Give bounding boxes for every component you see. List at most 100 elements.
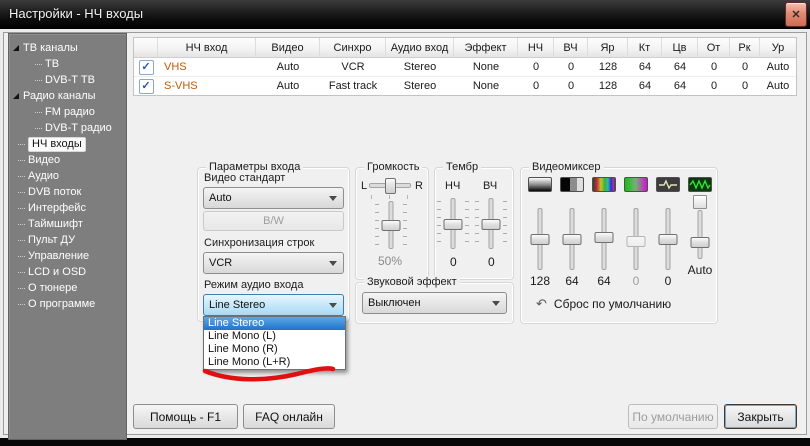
close-button[interactable]: ✕ — [785, 2, 807, 27]
sidebar-item-interface[interactable]: Интерфейс — [9, 200, 126, 216]
mixer-value: 128 — [530, 274, 550, 288]
check-icon: ✓ — [141, 81, 150, 92]
slider-thumb[interactable] — [382, 220, 401, 231]
bass-slider[interactable] — [444, 198, 462, 249]
default-button[interactable]: По умолчанию — [628, 404, 718, 429]
sidebar-item-tv-channels[interactable]: ТВ каналы — [9, 40, 126, 56]
column-header[interactable]: Цв — [662, 38, 698, 57]
reset-defaults-label: Сброс по умолчанию — [554, 297, 671, 311]
group-title: Звуковой эффект — [364, 276, 460, 288]
dropdown-option[interactable]: Line Mono (L) — [204, 330, 345, 343]
header-checkbox-col[interactable] — [134, 38, 158, 57]
sidebar-item-radio-channels[interactable]: Радио каналы — [9, 88, 126, 104]
sidebar-item-about-program[interactable]: О программе — [9, 296, 126, 312]
treble-value: 0 — [488, 255, 495, 269]
audio-mode-label: Режим аудио входа — [204, 279, 303, 291]
balance-slider[interactable] — [369, 178, 411, 192]
sidebar-item-audio[interactable]: Аудио — [9, 168, 126, 184]
sidebar-item-control[interactable]: Управление — [9, 248, 126, 264]
slider-thumb[interactable] — [563, 234, 582, 245]
sidebar-item-lf-inputs[interactable]: НЧ входы — [9, 136, 126, 152]
sidebar-item-label: ТВ — [45, 56, 59, 72]
cell: Auto — [760, 58, 796, 76]
column-header[interactable]: НЧ вход — [158, 38, 256, 57]
sidebar-item-fm-radio[interactable]: FM радио — [9, 104, 126, 120]
row-checkbox[interactable]: ✓ — [139, 60, 154, 75]
undo-arrow-icon: ↶ — [536, 296, 547, 312]
saturation-slider[interactable] — [627, 208, 645, 270]
faq-button[interactable]: FAQ онлайн — [243, 404, 335, 429]
sidebar-item-label: Пульт ДУ — [28, 232, 75, 248]
audio-mode-select[interactable]: Line Stereo — [203, 294, 344, 316]
video-standard-select[interactable]: Auto — [203, 187, 344, 209]
column-header[interactable]: Синхро — [320, 38, 386, 57]
inputs-table: НЧ вход Видео Синхро Аудио вход Эффект Н… — [133, 37, 797, 96]
slider-thumb[interactable] — [595, 232, 614, 243]
sidebar-item-label: О программе — [28, 296, 95, 312]
cell: 0 — [730, 58, 760, 76]
denoise-slider[interactable] — [691, 210, 709, 259]
column-header[interactable]: Рк — [730, 38, 760, 57]
slider-thumb[interactable] — [385, 178, 396, 194]
sound-effect-select[interactable]: Выключен — [362, 292, 507, 314]
bw-button[interactable]: B/W — [203, 211, 344, 231]
sidebar-item-dvb-stream[interactable]: DVB поток — [9, 184, 126, 200]
brightness-slider[interactable] — [531, 208, 549, 270]
chevron-down-icon — [492, 301, 500, 306]
sidebar-item-lcd-osd[interactable]: LCD и OSD — [9, 264, 126, 280]
slider-thumb[interactable] — [482, 219, 501, 230]
mixer-channel-denoise: Auto — [684, 177, 716, 277]
sidebar-item-about-tuner[interactable]: О тюнере — [9, 280, 126, 296]
contrast-icon — [560, 177, 584, 192]
sidebar-item-timeshift[interactable]: Таймшифт — [9, 216, 126, 232]
treble-slider[interactable] — [482, 198, 500, 249]
help-button[interactable]: Помощь - F1 — [133, 404, 238, 429]
slider-thumb[interactable] — [444, 219, 463, 230]
audio-mode-dropdown: Line Stereo Line Mono (L) Line Mono (R) … — [203, 316, 346, 370]
cell: Stereo — [386, 58, 454, 76]
column-header[interactable]: От — [698, 38, 730, 57]
cell: 0 — [554, 77, 588, 95]
column-header[interactable]: НЧ — [518, 38, 554, 57]
sidebar-item-dvbt-radio[interactable]: DVB-T радио — [9, 120, 126, 136]
dropdown-option[interactable]: Line Mono (R) — [204, 343, 345, 356]
column-header[interactable]: Яр — [588, 38, 628, 57]
expander-icon — [13, 45, 19, 51]
row-checkbox[interactable]: ✓ — [139, 79, 154, 94]
sharpness-slider[interactable] — [659, 208, 677, 270]
table-row-svhs[interactable]: ✓ S-VHS Auto Fast track Stereo None 0 0 … — [134, 77, 796, 95]
slider-thumb[interactable] — [627, 236, 646, 247]
sidebar-item-remote[interactable]: Пульт ДУ — [9, 232, 126, 248]
hue-slider[interactable] — [595, 208, 613, 270]
column-header[interactable]: Эффект — [454, 38, 518, 57]
dropdown-option[interactable]: Line Stereo — [204, 317, 345, 330]
column-header[interactable]: Аудио вход — [386, 38, 454, 57]
cell: Auto — [760, 77, 796, 95]
cell: None — [454, 77, 518, 95]
column-header[interactable]: Видео — [256, 38, 320, 57]
column-header[interactable]: ВЧ — [554, 38, 588, 57]
slider-thumb[interactable] — [659, 234, 678, 245]
slider-thumb[interactable] — [531, 234, 550, 245]
cell: 64 — [628, 77, 662, 95]
column-header[interactable]: Кт — [628, 38, 662, 57]
slider-thumb[interactable] — [691, 237, 710, 248]
table-row-vhs[interactable]: ✓ VHS Auto VCR Stereo None 0 0 128 64 64… — [134, 58, 796, 77]
cell-input-name: S-VHS — [158, 77, 256, 95]
auto-gain-checkbox[interactable] — [693, 195, 707, 209]
slider-track[interactable] — [698, 210, 703, 259]
cell: None — [454, 58, 518, 76]
sync-select[interactable]: VCR — [203, 252, 344, 274]
sidebar-item-video[interactable]: Видео — [9, 152, 126, 168]
cell: 0 — [554, 58, 588, 76]
close-window-button[interactable]: Закрыть — [724, 404, 797, 429]
group-title: Видеомиксер — [529, 161, 604, 173]
sidebar-item-dvbt-tv[interactable]: DVB-T ТВ — [9, 72, 126, 88]
dropdown-option[interactable]: Line Mono (L+R) — [204, 356, 345, 369]
reset-defaults-button[interactable]: ↶ Сброс по умолчанию — [536, 296, 706, 312]
sidebar-item-tv[interactable]: ТВ — [9, 56, 126, 72]
column-header[interactable]: Ур — [760, 38, 796, 57]
cell: 0 — [518, 77, 554, 95]
contrast-slider[interactable] — [563, 208, 581, 270]
volume-slider[interactable] — [382, 201, 400, 249]
